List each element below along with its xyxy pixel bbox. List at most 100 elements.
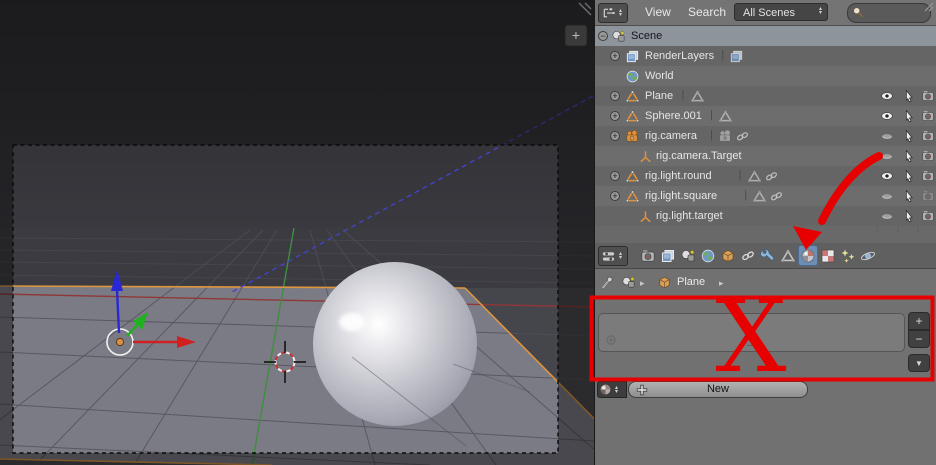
tab-material[interactable] xyxy=(798,245,818,266)
tab-scene[interactable] xyxy=(678,245,698,266)
scene-filter-dropdown[interactable]: All Scenes ▴ ▾ xyxy=(734,3,828,21)
visibility-eye-icon[interactable] xyxy=(880,129,894,143)
selectability-arrow-icon[interactable] xyxy=(902,189,916,203)
tab-render[interactable] xyxy=(638,245,658,266)
scene-icon xyxy=(611,29,626,44)
row-label[interactable]: rig.light.square xyxy=(645,190,717,202)
add-material-slot-button[interactable]: + xyxy=(908,312,930,330)
world-icon xyxy=(625,69,640,84)
tab-particles[interactable] xyxy=(838,245,858,266)
separator: | xyxy=(710,129,713,141)
outliner-row-rig-light-round[interactable]: + rig.light.round | xyxy=(595,166,936,186)
expand-toggle-icon[interactable]: + xyxy=(610,50,620,61)
outliner-row-scene[interactable]: − Scene xyxy=(595,26,936,46)
panel-corner-resize[interactable] xyxy=(923,1,935,13)
browse-material-button[interactable]: ▴ ▾ xyxy=(597,381,627,398)
outliner-row-rig-camera[interactable]: + rig.camera | xyxy=(595,126,936,146)
row-label[interactable]: Plane xyxy=(645,90,673,102)
outliner-panel: ▴ ▾ View Search All Scenes ▴ ▾ − Scene +… xyxy=(595,0,936,243)
texture-icon xyxy=(820,248,836,264)
expand-toggle-icon[interactable]: + xyxy=(610,130,620,141)
object-cube-icon xyxy=(657,275,672,290)
selectability-arrow-icon[interactable] xyxy=(902,129,916,143)
renderability-camera-icon[interactable] xyxy=(921,209,935,223)
editor-type-stepper[interactable]: ▴ ▾ xyxy=(616,8,625,18)
material-specials-menu-button[interactable]: ▼ xyxy=(908,354,930,372)
tab-physics[interactable] xyxy=(858,245,878,266)
renderability-camera-icon[interactable] xyxy=(921,89,935,103)
renderability-camera-icon[interactable] xyxy=(921,149,935,163)
selectability-arrow-icon[interactable] xyxy=(902,89,916,103)
row-label[interactable]: rig.light.round xyxy=(645,170,712,182)
selectability-arrow-icon[interactable] xyxy=(902,149,916,163)
menu-search[interactable]: Search xyxy=(688,0,726,25)
renderability-camera-icon[interactable] xyxy=(921,189,935,203)
outliner-search-field[interactable] xyxy=(847,3,931,23)
particles-icon xyxy=(840,248,856,264)
tab-world[interactable] xyxy=(698,245,718,266)
row-label[interactable]: RenderLayers xyxy=(645,50,714,62)
editor-type-stepper[interactable]: ▴ ▾ xyxy=(616,251,625,261)
properties-header: ▴ ▾ xyxy=(595,243,936,269)
row-label[interactable]: World xyxy=(645,70,674,82)
outliner-row-renderlayers[interactable]: + RenderLayers | xyxy=(595,46,936,66)
new-material-button[interactable]: New xyxy=(628,381,808,398)
expand-toggle-icon[interactable]: + xyxy=(610,170,620,181)
mesh-icon xyxy=(625,169,640,184)
row-label[interactable]: rig.light.target xyxy=(656,210,723,222)
scene-filter-stepper[interactable]: ▴ ▾ xyxy=(816,6,825,16)
pivot-point xyxy=(115,337,125,347)
remove-material-slot-button[interactable]: − xyxy=(908,330,930,348)
outliner-tree: − Scene + RenderLayers | World + Plane | + Sphere.… xyxy=(595,26,936,243)
3d-viewport[interactable]: + xyxy=(0,0,594,465)
row-label[interactable]: rig.camera xyxy=(645,130,697,142)
breadcrumb-object-name[interactable]: Plane xyxy=(677,276,705,288)
visibility-eye-icon[interactable] xyxy=(880,189,894,203)
expand-toggle-icon[interactable]: − xyxy=(598,30,608,41)
expand-toggle-icon[interactable]: + xyxy=(610,110,620,121)
selectability-arrow-icon[interactable] xyxy=(902,169,916,183)
outliner-row-rig-light-target[interactable]: rig.light.target xyxy=(595,206,936,226)
sphere-object[interactable] xyxy=(313,262,477,426)
row-label[interactable]: Sphere.001 xyxy=(645,110,702,122)
outliner-row-plane[interactable]: + Plane | xyxy=(595,86,936,106)
material-slot-list[interactable] xyxy=(598,313,905,352)
menu-view[interactable]: View xyxy=(645,0,671,25)
renderability-camera-icon[interactable] xyxy=(921,129,935,143)
expand-filter-icon[interactable] xyxy=(605,334,617,346)
visibility-eye-icon[interactable] xyxy=(880,169,894,183)
tab-renderlayers[interactable] xyxy=(658,245,678,266)
selectability-arrow-icon[interactable] xyxy=(902,109,916,123)
tab-object[interactable] xyxy=(718,245,738,266)
renderability-camera-icon[interactable] xyxy=(921,169,935,183)
editor-type-button[interactable]: ▴ ▾ xyxy=(598,246,628,266)
visibility-eye-icon[interactable] xyxy=(880,209,894,223)
outliner-row-rig-light-square[interactable]: + rig.light.square | xyxy=(595,186,936,206)
svg-text:+: + xyxy=(572,27,580,43)
list-resize-grip[interactable] xyxy=(747,339,757,346)
renderability-camera-icon[interactable] xyxy=(921,109,935,123)
outliner-row-world[interactable]: World xyxy=(595,66,936,86)
viewport-scene: + xyxy=(0,0,594,465)
constraints-icon xyxy=(740,248,756,264)
tab-constraints[interactable] xyxy=(738,245,758,266)
tab-modifiers[interactable] xyxy=(758,245,778,266)
viewport-plus-button[interactable]: + xyxy=(564,24,588,47)
outliner-row-sphere-001[interactable]: + Sphere.001 | xyxy=(595,106,936,126)
editor-type-button[interactable]: ▴ ▾ xyxy=(598,3,628,23)
row-label[interactable]: rig.camera.Target xyxy=(656,150,742,162)
tab-texture[interactable] xyxy=(818,245,838,266)
scene-icon xyxy=(680,248,696,264)
browse-material-stepper[interactable]: ▴ ▾ xyxy=(612,385,621,395)
selectability-arrow-icon[interactable] xyxy=(902,209,916,223)
expand-toggle-icon[interactable]: + xyxy=(610,190,620,201)
search-icon xyxy=(851,5,865,19)
pin-icon[interactable] xyxy=(600,275,615,290)
visibility-eye-icon[interactable] xyxy=(880,109,894,123)
outliner-row-rig-camera-target[interactable]: rig.camera.Target xyxy=(595,146,936,166)
row-label[interactable]: Scene xyxy=(631,30,662,42)
visibility-eye-icon[interactable] xyxy=(880,89,894,103)
tab-object-data[interactable] xyxy=(778,245,798,266)
visibility-eye-icon[interactable] xyxy=(880,149,894,163)
expand-toggle-icon[interactable]: + xyxy=(610,90,620,101)
